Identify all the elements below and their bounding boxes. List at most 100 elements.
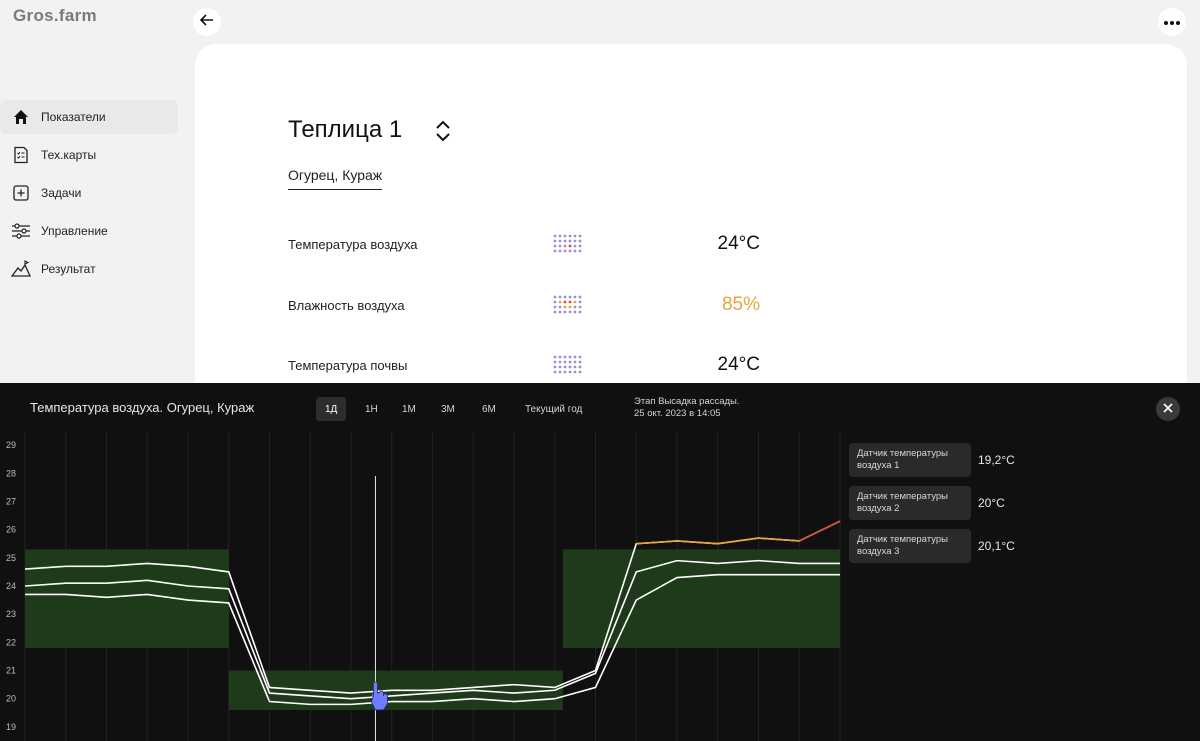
chart-panel-title: Температура воздуха. Огурец, Кураж [30,400,255,415]
sensor-dot [573,370,577,374]
arrow-left-icon [199,12,215,33]
sensor-dot [558,365,562,369]
metric-label: Влажность воздуха [288,297,405,313]
metric-label: Температура почвы [288,357,408,373]
sensor-dot [568,360,572,364]
series-alert-segment [798,520,841,542]
sidebar-item-control[interactable]: Управление [0,214,178,248]
checklist-icon [11,145,31,165]
sensor-dot [573,249,577,253]
sensor-dot [558,355,562,359]
y-tick-label: 19 [6,722,16,732]
sensor-dot [568,234,572,238]
add-task-icon [11,183,31,203]
sensor-dot [573,360,577,364]
mountain-chart-icon [11,259,31,279]
metric-row-air-humidity[interactable]: Влажность воздуха 85% [288,290,760,320]
sensor-dot [573,234,577,238]
range-button-6m[interactable]: 6М [473,397,505,421]
sensor-dot [558,234,562,238]
sensor-dot [573,355,577,359]
legend-item-sensor-2[interactable]: Датчик температуры воздуха 2 20°C [849,485,1079,521]
sidebar-item-label: Тех.карты [41,148,97,162]
legend-name-line: воздуха 3 [857,546,900,557]
chevron-updown-icon[interactable] [433,118,453,144]
stage-name: Этап Высадка рассады. [634,396,740,407]
sensor-dot [563,249,567,253]
sidebar-item-techcards[interactable]: Тех.карты [0,138,178,172]
sensor-dot [553,249,557,253]
metric-row-air-temp[interactable]: Температура воздуха 24°C [288,229,760,259]
metric-label: Температура воздуха [288,236,418,252]
sensor-dot [558,300,562,304]
sensor-dot [558,295,562,299]
range-button-1d[interactable]: 1Д [316,397,347,421]
range-button-3m[interactable]: 3М [432,397,464,421]
sensor-dot [563,305,567,309]
more-button[interactable] [1158,8,1186,36]
sensor-dot [553,300,557,304]
more-dots-icon [1163,13,1181,31]
sensor-dot [558,239,562,243]
range-button-1m[interactable]: 1М [393,397,425,421]
sidebar-item-label: Показатели [41,110,106,124]
sensor-grid-icon [553,355,582,374]
sensor-dot [568,249,572,253]
legend-value: 19,2°C [978,453,1015,467]
legend-name-line: воздуха 2 [857,503,900,514]
y-tick-label: 26 [6,525,16,535]
metric-row-soil-temp[interactable]: Температура почвы 24°C [288,350,760,380]
chart-panel: Температура воздуха. Огурец, Кураж 1Д 1Н… [0,383,1200,741]
sensor-dot [573,305,577,309]
home-icon [11,107,31,127]
sensor-dot [568,300,572,304]
back-button[interactable] [193,8,221,36]
y-tick-label: 24 [6,581,16,591]
y-tick-label: 28 [6,468,16,478]
sensor-dot [578,370,582,374]
page-title: Теплица 1 [288,116,403,143]
close-button[interactable] [1156,397,1180,421]
legend-item-sensor-3[interactable]: Датчик температуры воздуха 3 20,1°C [849,528,1079,564]
sidebar-item-indicators[interactable]: Показатели [0,100,178,134]
stage-date: 25 окт. 2023 в 14:05 [634,408,721,419]
legend-name-line: Датчик температуры [857,534,948,545]
sidebar-item-results[interactable]: Результат [0,252,178,286]
sensor-dot [563,360,567,364]
sidebar: Показатели Тех.карты Задачи Управление Р… [0,98,180,290]
range-button-current-year[interactable]: Текущий год [516,397,591,421]
sensor-dot [573,295,577,299]
sliders-icon [11,221,31,241]
sensor-dot [578,295,582,299]
sidebar-item-label: Результат [41,262,96,276]
sensor-dot [563,370,567,374]
sensor-dot [573,239,577,243]
y-tick-label: 23 [6,609,16,619]
legend-name-line: Датчик температуры [857,448,948,459]
sensor-dot [558,244,562,248]
sensor-dot [578,305,582,309]
sensor-dot [563,239,567,243]
sensor-dot [568,310,572,314]
crop-tab[interactable]: Огурец, Кураж [288,167,383,190]
sensor-dot [563,300,567,304]
y-tick-label: 22 [6,637,16,647]
sensor-dot [568,365,572,369]
sensor-dot [578,239,582,243]
legend-label: Датчик температуры воздуха 2 [849,486,971,520]
sensor-dot [553,305,557,309]
sidebar-item-tasks[interactable]: Задачи [0,176,178,210]
range-button-1w[interactable]: 1Н [356,397,387,421]
sensor-dot [568,305,572,309]
series-warning-segment [636,520,841,545]
sidebar-item-label: Управление [41,224,108,238]
sensor-dot [568,244,572,248]
legend-item-sensor-1[interactable]: Датчик температуры воздуха 1 19,2°C [849,442,1079,478]
sensor-dot [553,310,557,314]
sensor-dot [578,234,582,238]
sensor-dot [578,244,582,248]
sensor-dot [568,239,572,243]
sensor-dot [553,295,557,299]
sensor-dot [563,244,567,248]
sensor-dot [553,244,557,248]
